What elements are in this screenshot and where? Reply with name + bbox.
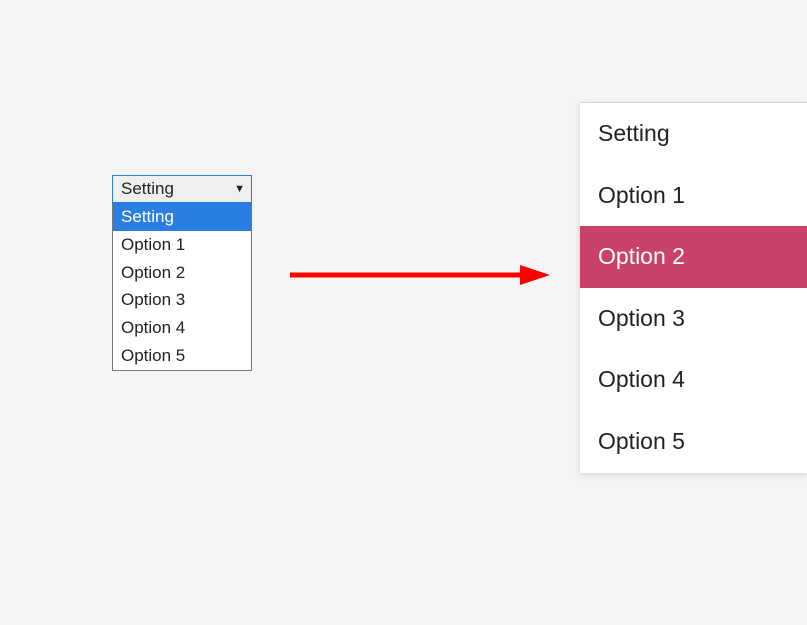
native-select-option[interactable]: Option 1 [113,231,251,259]
styled-select-option[interactable]: Option 4 [580,349,807,411]
native-select-value: Setting [121,179,174,199]
native-select-option[interactable]: Option 3 [113,286,251,314]
native-select[interactable]: Setting ▼ Setting Option 1 Option 2 Opti… [112,175,252,371]
styled-select-option[interactable]: Option 2 [580,226,807,288]
native-select-option[interactable]: Setting [113,203,251,231]
arrow-icon [290,265,550,285]
styled-select-option[interactable]: Setting [580,103,807,165]
chevron-down-icon: ▼ [234,184,245,195]
native-select-listbox[interactable]: Setting Option 1 Option 2 Option 3 Optio… [112,203,252,371]
styled-select-option[interactable]: Option 1 [580,165,807,227]
native-select-button[interactable]: Setting ▼ [112,175,252,203]
styled-select[interactable]: Setting Option 1 Option 2 Option 3 Optio… [580,102,807,473]
native-select-option[interactable]: Option 5 [113,342,251,370]
styled-select-option[interactable]: Option 3 [580,288,807,350]
styled-select-option[interactable]: Option 5 [580,411,807,473]
native-select-option[interactable]: Option 4 [113,314,251,342]
native-select-option[interactable]: Option 2 [113,259,251,287]
